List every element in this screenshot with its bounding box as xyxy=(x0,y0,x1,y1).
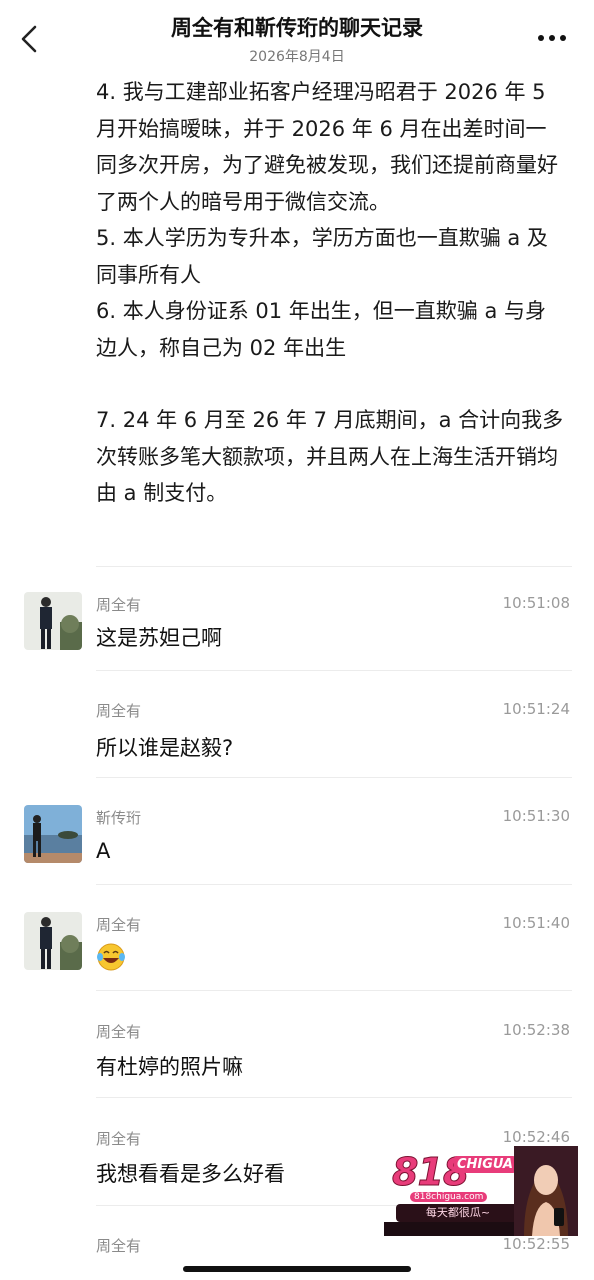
ad-footer-strip xyxy=(384,1222,524,1236)
page-title: 周全有和靳传珩的聊天记录 xyxy=(171,16,423,40)
message-text[interactable]: A xyxy=(96,839,110,863)
message-text[interactable]: 有杜婷的照片嘛 xyxy=(96,1051,243,1081)
more-options-icon[interactable] xyxy=(538,35,568,43)
message-time: 10:52:46 xyxy=(502,1128,570,1146)
avatar[interactable] xyxy=(24,912,82,970)
divider xyxy=(96,990,572,991)
divider xyxy=(96,777,572,778)
chat-history-header: 周全有和靳传珩的聊天记录 2026年8月4日 xyxy=(0,0,594,70)
message-time: 10:51:24 xyxy=(502,700,570,718)
ad-brand: CHIGUA xyxy=(454,1156,516,1173)
sender-name: 周全有 xyxy=(96,1130,142,1148)
divider xyxy=(96,670,572,671)
paragraph-3: 6. 本人身份证系 01 年出生，但一直欺骗 a 与身边人，称自己为 02 年出… xyxy=(96,299,547,360)
divider xyxy=(96,566,572,567)
forwarded-message-text: 4. 我与工建部业拓客户经理冯昭君于 2026 年 5 月开始搞暧昧，并于 20… xyxy=(96,74,566,512)
message-text[interactable]: 我想看看是多么好看 xyxy=(96,1158,285,1188)
message-time: 10:51:40 xyxy=(502,914,570,932)
sender-name: 周全有 xyxy=(96,596,142,614)
avatar[interactable] xyxy=(24,805,82,863)
paragraph-4: 7. 24 年 6 月至 26 年 7 月底期间，a 合计向我多次转账多笔大额款… xyxy=(96,408,564,505)
sender-name: 周全有 xyxy=(96,1023,142,1041)
ad-slogan: 每天都很瓜~ xyxy=(396,1204,520,1222)
chat-date: 2026年8月4日 xyxy=(249,49,345,65)
message-text[interactable]: 所以谁是赵毅? xyxy=(96,732,233,762)
watermark-ad: 818 CHIGUA 818chigua.com 每天都很瓜~ xyxy=(384,1146,580,1236)
sender-name: 周全有 xyxy=(96,702,142,720)
home-indicator[interactable] xyxy=(183,1266,411,1272)
laughing-tears-emoji-icon[interactable] xyxy=(96,942,126,972)
message-time: 10:51:08 xyxy=(502,594,570,612)
avatar[interactable] xyxy=(24,592,82,650)
message-time: 10:52:38 xyxy=(502,1021,570,1039)
ad-model-image xyxy=(514,1146,578,1236)
divider xyxy=(96,884,572,885)
sender-name: 周全有 xyxy=(96,916,142,934)
sender-name: 靳传珩 xyxy=(96,809,142,827)
divider xyxy=(96,1097,572,1098)
paragraph-2: 5. 本人学历为专升本，学历方面也一直欺骗 a 及同事所有人 xyxy=(96,226,548,287)
message-time: 10:51:30 xyxy=(502,807,570,825)
message-text[interactable]: 这是苏妲己啊 xyxy=(96,622,222,652)
message-time: 10:52:55 xyxy=(502,1235,570,1253)
ad-url: 818chigua.com xyxy=(410,1192,488,1202)
paragraph-1: 4. 我与工建部业拓客户经理冯昭君于 2026 年 5 月开始搞暧昧，并于 20… xyxy=(96,80,558,214)
sender-name: 周全有 xyxy=(96,1237,142,1255)
